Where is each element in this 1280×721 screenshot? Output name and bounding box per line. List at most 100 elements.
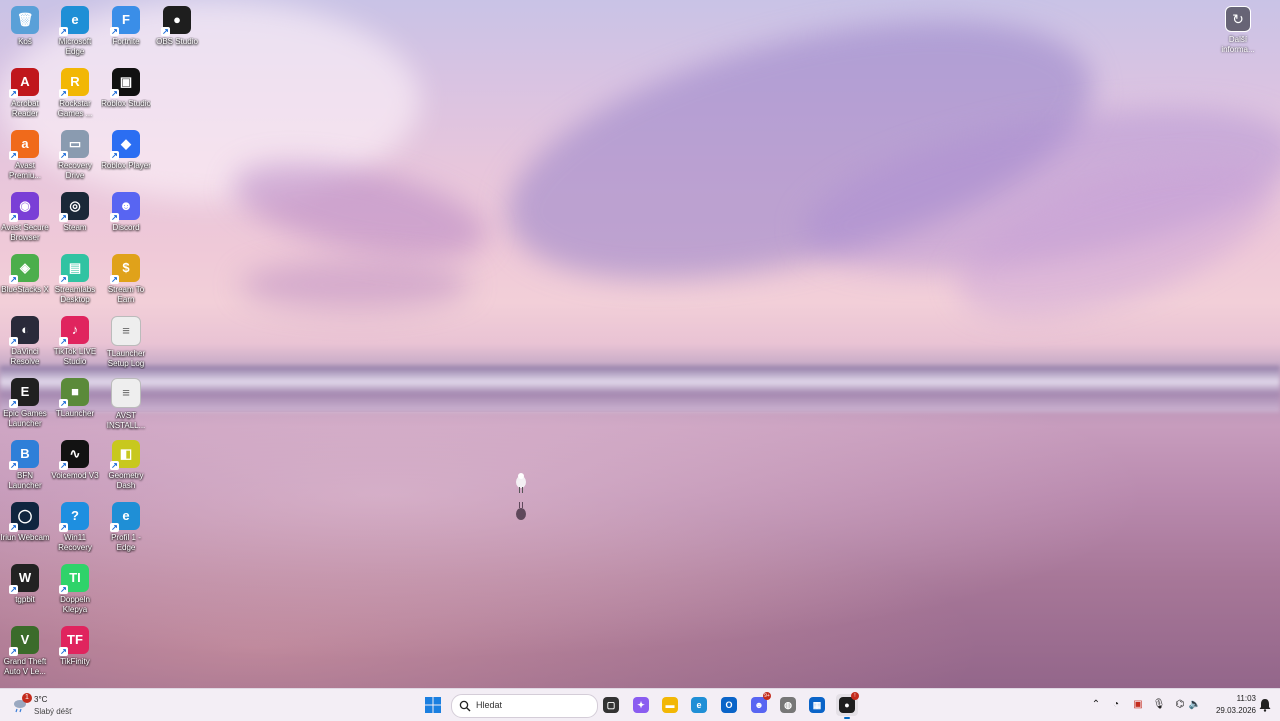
desktop-icon-roblox-studio[interactable]: ▣ ↗ Roblox Studio [101,64,151,126]
desktop-icon-rockstar[interactable]: R ↗ Rockstar Games ... [50,64,100,126]
desktop-icon-geometry-dash[interactable]: ◧ ↗ Geometry Dash [101,436,151,498]
desktop-icon-avast-premium[interactable]: a ↗ Avast Premiu... [0,126,50,188]
typeit-icon: TI ↗ [59,564,89,594]
system-clock[interactable]: 11:03 29.03.2026 [1206,693,1256,717]
taskbar-app-edge[interactable]: e [688,694,710,716]
desktop-icon-gta5[interactable]: V ↗ Grand Theft Auto V Le... [0,622,50,684]
iriun-icon: ◯ ↗ [9,502,39,532]
bluestacks-icon: ◈ ↗ [9,254,39,284]
taskbar-app-file-explorer[interactable]: ▬ [659,694,681,716]
desktop-icon-win11-recovery[interactable]: ? ↗ Win11 Recovery [50,498,100,560]
desktop-icon-roblox-player[interactable]: ◆ ↗ Roblox Player [101,126,151,188]
streamlabs-icon: ▤ ↗ [59,254,89,284]
file-explorer-icon: ▬ [662,697,678,713]
desktop-icon-edge[interactable]: e ↗ Microsoft Edge [50,2,100,64]
taskbar-app-task-view[interactable]: ▢ [600,694,622,716]
desktop-icon-tlauncher[interactable]: ■ ↗ TLauncher [50,374,100,436]
geometry-dash-icon: ◧ ↗ [110,440,140,470]
obs-notification-badge: ! [851,692,859,700]
gta5-icon: V ↗ [9,626,39,656]
desktop-icon-voicemod[interactable]: ∿ ↗ Voicemod V3 [50,436,100,498]
desktop-icon-label: Rockstar Games ... [57,99,93,118]
desktop-icon-epic[interactable]: E ↗ Epic Games Launcher [0,374,50,436]
shortcut-arrow-icon: ↗ [59,213,68,222]
clock-date: 29.03.2026 [1215,706,1256,715]
desktop-icon-steam[interactable]: ◎ ↗ Steam [50,188,100,250]
copilot-icon: ✦ [633,697,649,713]
taskbar-app-discord[interactable]: ☻ 9+ [748,692,771,716]
shortcut-arrow-icon: ↗ [59,151,68,160]
desktop-icon-label: Doppeln Klepya [60,595,90,614]
shortcut-arrow-icon: ↗ [9,461,18,470]
network-tray-icon[interactable]: ◔ [1109,698,1123,712]
desktop-icon-fortnite[interactable]: F ↗ Fortnite [101,2,151,64]
outlook-icon: O [721,697,737,713]
desktop-icon-stream-to-earn[interactable]: $ ↗ Stream To Earn [101,250,151,312]
desktop-icon-label: Stream To Earn [107,285,145,304]
desktop-icon-label: Win11 Recovery [58,533,92,552]
weather-alert-badge: 1 [22,693,32,703]
desktop-icon-tiktok-live[interactable]: ♪ ↗ TikTok LIVE Studio [50,312,100,374]
desktop-icon-obs[interactable]: ● ↗ OBS Studio [152,2,202,64]
desktop-icon-label: Voicemod V3 [51,471,99,480]
desktop-icon-typeit[interactable]: TI ↗ Doppeln Klepya [50,560,100,622]
taskbar-app-outlook[interactable]: O [718,694,740,716]
shortcut-arrow-icon: ↗ [110,89,119,98]
shortcut-arrow-icon: ↗ [59,337,68,346]
desktop-icon-tlauncher-log[interactable]: ≡ TLauncher Setup Log [101,312,151,374]
microphone-icon[interactable]: 🎙 [1152,698,1166,712]
desktop-icon-label: DaVinci Resolve [10,347,40,366]
taskbar-app-copilot[interactable]: ✦ [630,694,652,716]
desktop-icon-davinci[interactable]: ◐ ↗ DaVinci Resolve [0,312,50,374]
taskbar-app-mouse-app[interactable]: ◍ [777,694,799,716]
taskbar-search-box[interactable]: Hledat [451,694,598,718]
steam-icon: ◎ ↗ [59,192,89,222]
wifi-icon[interactable]: ⌬ [1173,698,1187,712]
desktop-icon-edge-profile[interactable]: e ↗ Profil 1 - Edge [101,498,151,560]
desktop-icon-label: Koš [18,37,32,46]
desktop-icon-acrobat[interactable]: A ↗ Acrobat Reader [0,64,50,126]
start-button[interactable] [424,696,442,714]
desktop-icon-tgpbit[interactable]: W ↗ tgpbit [0,560,50,622]
shortcut-arrow-icon: ↗ [110,461,119,470]
desktop-icon-bluestacks[interactable]: ◈ ↗ BlueStacks X [0,250,50,312]
taskbar: 1 3°C Slabý déšť Hledat ▢ ✦ ▬ e O ☻ 9+ ◍ ▦ ●! ⌃ ◔… [0,688,1280,721]
task-view-icon: ▢ [603,697,619,713]
desktop-icon-tikfinity[interactable]: TF ↗ TikFinity [50,622,100,684]
shortcut-arrow-icon: ↗ [9,275,18,284]
desktop-icon-kos[interactable]: 🗑 Koš [0,2,50,64]
kos-icon: 🗑 [11,6,39,34]
desktop-icon-avast-browser[interactable]: ◉ ↗ Avast Secure Browser [0,188,50,250]
notification-bell-icon[interactable] [1258,698,1272,712]
desktop-icon-iriun[interactable]: ◯ ↗ Iriun Webcam [0,498,50,560]
taskbar-app-obs[interactable]: ●! [836,692,859,719]
desktop-icon-streamlabs[interactable]: ▤ ↗ Streamlabs Desktop [50,250,100,312]
recovery-drive-icon: ▭ ↗ [59,130,89,160]
more-info-widget[interactable]: ↻ Další informa... [1216,6,1260,55]
wave-surf [0,366,1280,412]
desktop-icon-label: Microsoft Edge [58,37,92,56]
discord-icon: ☻ ↗ [110,192,140,222]
cloud [224,143,496,277]
desktop-icon-label: Roblox Studio [101,99,151,108]
desktop-icon-discord[interactable]: ☻ ↗ Discord [101,188,151,250]
security-tray-icon[interactable]: ▣ [1131,698,1145,712]
search-icon [459,700,471,712]
desktop-icon-recovery-drive[interactable]: ▭ ↗ Recovery Drive [50,126,100,188]
weather-temperature: 3°C [34,695,48,704]
desktop: 🗑 Koš e ↗ Microsoft Edge F ↗ Fortnite ● ↗ OBS Stud… [0,0,1280,688]
obs-icon: ● ↗ [161,6,191,36]
shortcut-arrow-icon: ↗ [110,213,119,222]
widget-icon: ↻ [1225,6,1251,32]
desktop-icon-label: Avast Premiu... [8,161,41,180]
desktop-icon-avst-install[interactable]: ≡ AVST INSTALL... [101,374,151,436]
taskbar-app-store[interactable]: ▦ [806,694,828,716]
desktop-icon-bfn[interactable]: B ↗ BFN Launcher [0,436,50,498]
desktop-icon-label: Avast Secure Browser [1,223,49,242]
shortcut-arrow-icon: ↗ [9,399,18,408]
volume-icon[interactable]: 🔈 [1188,698,1202,712]
weather-widget[interactable]: 1 3°C Slabý déšť [10,692,100,718]
desktop-icon-label: TikTok LIVE Studio [53,347,97,366]
shortcut-arrow-icon: ↗ [110,27,119,36]
show-hidden-icons-chevron-icon[interactable]: ⌃ [1089,698,1103,712]
